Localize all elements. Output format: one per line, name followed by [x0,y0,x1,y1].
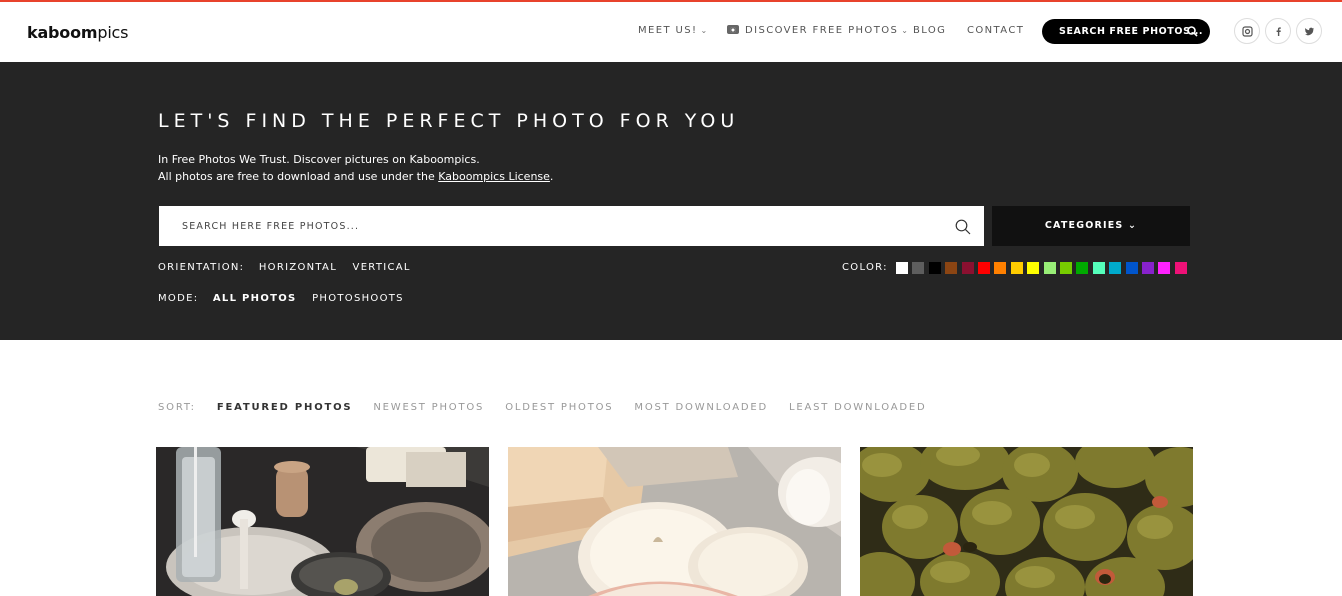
nav-meet-us[interactable]: MEET US! ⌄ [638,25,709,36]
sort-oldest[interactable]: OLDEST PHOTOS [505,402,613,413]
sort-newest[interactable]: NEWEST PHOTOS [373,402,484,413]
license-link[interactable]: Kaboompics License [438,170,550,183]
color-swatch[interactable] [1109,262,1122,274]
hero-intro: In Free Photos We Trust. Discover pictur… [158,153,554,183]
instagram-button[interactable] [1234,18,1260,44]
camera-icon [727,25,739,34]
sort-least-downloaded[interactable]: LEAST DOWNLOADED [789,402,927,413]
twitter-icon [1305,27,1314,36]
nav-contact[interactable]: CONTACT [967,25,1024,36]
orientation-vertical[interactable]: VERTICAL [353,262,411,273]
instagram-icon [1242,26,1253,37]
color-swatch[interactable] [896,262,908,274]
search-input[interactable] [159,206,939,246]
categories-button[interactable]: CATEGORIES ⌄ [992,206,1190,246]
sort-featured[interactable]: FEATURED PHOTOS [217,402,353,413]
color-swatch[interactable] [994,262,1007,274]
photo-image [860,447,1193,596]
color-swatch[interactable] [1010,262,1023,274]
hero-title: LET'S FIND THE PERFECT PHOTO FOR YOU [158,110,740,132]
color-swatch[interactable] [1158,262,1171,274]
color-swatch[interactable] [1092,262,1105,274]
chevron-down-icon: ⌄ [700,26,709,35]
chevron-down-icon: ⌄ [1127,220,1138,231]
photo-image [508,447,841,596]
color-filter-label: COLOR: [842,262,888,273]
mode-filter: MODE: ALL PHOTOS PHOTOSHOOTS [158,293,404,304]
photo-olives[interactable] [860,447,1193,596]
color-swatch[interactable] [912,262,925,274]
facebook-button[interactable] [1265,18,1291,44]
color-swatch[interactable] [1060,262,1072,274]
color-swatch[interactable] [1125,262,1138,274]
color-swatch[interactable] [1142,262,1154,274]
color-swatch[interactable] [1027,262,1040,274]
twitter-button[interactable] [1296,18,1322,44]
photo-image [156,447,489,596]
search-icon[interactable] [955,219,971,235]
facebook-icon [1276,27,1281,36]
orientation-horizontal[interactable]: HORIZONTAL [259,262,337,273]
color-swatch[interactable] [945,262,958,274]
color-swatch[interactable] [1043,262,1056,274]
nav-blog[interactable]: BLOG [913,25,946,36]
site-logo[interactable]: kaboompics [27,23,128,42]
color-swatch[interactable] [1174,262,1187,274]
color-swatch[interactable] [1076,262,1089,274]
photo-bottles[interactable] [156,447,489,596]
search-icon [1187,26,1198,37]
sort-bar: SORT: FEATURED PHOTOS NEWEST PHOTOS OLDE… [158,402,927,413]
color-swatch[interactable] [961,262,974,274]
color-swatch[interactable] [928,262,941,274]
chevron-down-icon: ⌄ [901,26,910,35]
nav-discover-free-photos[interactable]: DISCOVER FREE PHOTOS ⌄ [727,25,909,36]
sort-most-downloaded[interactable]: MOST DOWNLOADED [634,402,768,413]
mode-photoshoots[interactable]: PHOTOSHOOTS [312,293,404,304]
orientation-filter: ORIENTATION: HORIZONTAL VERTICAL [158,262,411,273]
site-header: kaboompics MEET US! ⌄ DISCOVER FREE PHOTO… [0,2,1342,62]
mode-all-photos[interactable]: ALL PHOTOS [213,293,297,304]
color-swatch[interactable] [978,262,990,274]
hero-search-box [159,206,984,246]
photo-apple-slices[interactable] [508,447,841,596]
header-search-button[interactable]: SEARCH FREE PHOTOS... [1042,19,1210,44]
hero-section: LET'S FIND THE PERFECT PHOTO FOR YOU In … [0,62,1342,340]
